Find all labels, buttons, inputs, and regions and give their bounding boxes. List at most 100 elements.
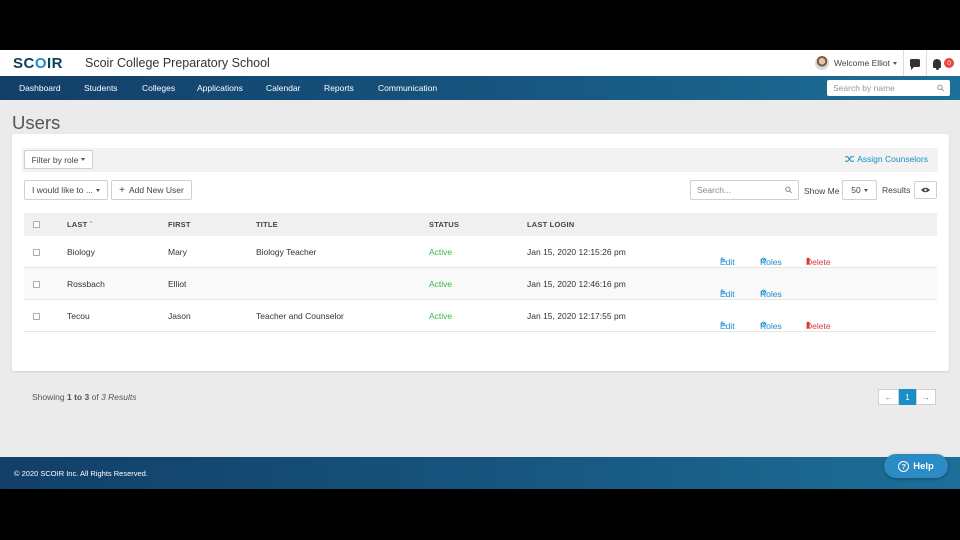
chevron-down-icon [863,188,868,192]
bell-icon[interactable] [933,58,941,70]
nav-dashboard[interactable]: Dashboard [19,83,84,93]
roles-label: Roles [760,321,782,331]
bulk-action-label: I would like to ... [32,185,93,195]
delete-label: Delete [806,257,831,267]
table-row: Tecou Jason Teacher and Counselor Active… [24,300,937,332]
cell-first: Mary [168,247,187,257]
chevron-down-icon [81,158,86,161]
cell-title: Teacher and Counselor [256,311,344,321]
next-page-button[interactable]: → [916,389,936,405]
cell-last-login: Jan 15, 2020 12:15:26 pm [527,247,626,257]
search-icon[interactable] [936,84,944,92]
divider [926,50,927,76]
cell-last: Rossbach [67,279,105,289]
roles-label: Roles [760,257,782,267]
bulk-action-dropdown[interactable]: I would like to ... [24,180,108,200]
cell-status: Active [429,311,453,321]
showing-prefix: Showing [32,392,65,402]
help-button[interactable]: ? Help [884,454,948,478]
edit-label: Edit [720,321,735,331]
results-summary: Showing 1 to 3 of 3 Results [32,392,137,402]
column-visibility-button[interactable] [914,181,937,199]
select-all-checkbox[interactable] [33,221,40,228]
results-label: Results [882,185,911,195]
page-size-select[interactable]: 50 [842,180,877,200]
chevron-down-icon [893,61,897,65]
nav-reports[interactable]: Reports [324,83,378,93]
divider [903,50,904,76]
cell-last: Biology [67,247,95,257]
app-window: SCOIR Scoir College Preparatory School W… [0,50,960,489]
welcome-menu[interactable]: Welcome Elliot [834,58,897,68]
users-panel: Filter by role Assign Counselors I would… [12,134,949,405]
row-checkbox[interactable] [33,249,40,256]
page-1-button[interactable]: 1 [899,389,916,405]
chevron-down-icon [95,188,100,192]
page-title: Users [12,112,61,133]
add-new-user-button[interactable]: + Add New User [111,180,192,200]
filter-by-role-dropdown[interactable]: Filter by role [24,150,93,169]
row-checkbox[interactable] [33,313,40,320]
arrow-right-icon: → [922,392,930,402]
notification-badge: 0 [944,58,954,68]
column-title[interactable]: TITLE [256,220,278,229]
table-header: LAST ˆ FIRST TITLE STATUS LAST LOGIN [24,213,937,236]
nav-calendar[interactable]: Calendar [266,83,324,93]
avatar[interactable] [814,56,829,70]
cell-first: Elliot [168,279,187,289]
column-status[interactable]: STATUS [429,220,459,229]
table-search-input[interactable] [697,185,785,195]
nav-students[interactable]: Students [84,83,142,93]
welcome-text: Welcome Elliot [833,58,890,68]
column-last[interactable]: LAST ˆ [67,220,92,229]
delete-label: Delete [806,321,831,331]
nav-applications[interactable]: Applications [197,83,266,93]
question-icon: ? [898,460,910,472]
nav-search-input[interactable] [833,83,937,93]
top-header: SCOIR Scoir College Preparatory School W… [0,50,960,76]
cell-last-login: Jan 15, 2020 12:17:55 pm [527,311,626,321]
cell-status: Active [429,279,453,289]
column-first[interactable]: FIRST [168,220,191,229]
scoir-logo[interactable]: SCOIR [13,55,63,72]
range-from: 1 [66,392,72,402]
column-last-login[interactable]: LAST LOGIN [527,220,574,229]
main-nav: Dashboard Students Colleges Applications… [0,76,960,100]
add-new-user-label: Add New User [129,185,184,195]
sort-asc-icon: ˆ [89,220,93,229]
page-size-value: 50 [851,185,861,195]
chat-icon[interactable] [910,59,920,70]
cell-first: Jason [168,311,191,321]
filter-by-role-label: Filter by role [31,154,79,165]
cell-last-login: Jan 15, 2020 12:46:16 pm [527,279,626,289]
help-label: Help [913,460,934,472]
prev-page-button[interactable]: ← [878,389,899,405]
column-last-label: LAST [67,220,88,229]
users-table: LAST ˆ FIRST TITLE STATUS LAST LOGIN Bio… [24,213,937,332]
search-icon[interactable] [784,186,792,194]
copyright-text: © 2020 SCOIR Inc. All Rights Reserved. [14,469,148,478]
nav-communication[interactable]: Communication [378,83,437,93]
edit-label: Edit [720,257,735,267]
school-name: Scoir College Preparatory School [85,56,270,70]
assign-counselors-link[interactable]: Assign Counselors [845,154,928,164]
of-word: of [91,392,99,402]
cell-title: Biology Teacher [256,247,317,257]
plus-icon: + [119,184,126,196]
shuffle-icon [845,156,855,162]
table-search-box [690,180,799,200]
edit-label: Edit [720,289,735,299]
filter-bar: Filter by role Assign Counselors [22,148,938,172]
table-row: Rossbach Elliot Active Jan 15, 2020 12:4… [24,268,937,300]
arrow-left-icon: ← [884,392,893,402]
cell-status: Active [429,247,453,257]
table-row: Biology Mary Biology Teacher Active Jan … [24,236,937,268]
range-to-word: to [74,392,83,402]
total-results: 3 Results [101,392,137,402]
page-footer: © 2020 SCOIR Inc. All Rights Reserved. [0,457,960,489]
roles-label: Roles [760,289,782,299]
range-to: 3 [84,392,90,402]
row-checkbox[interactable] [33,281,40,288]
nav-colleges[interactable]: Colleges [142,83,197,93]
assign-counselors-label: Assign Counselors [857,154,928,164]
